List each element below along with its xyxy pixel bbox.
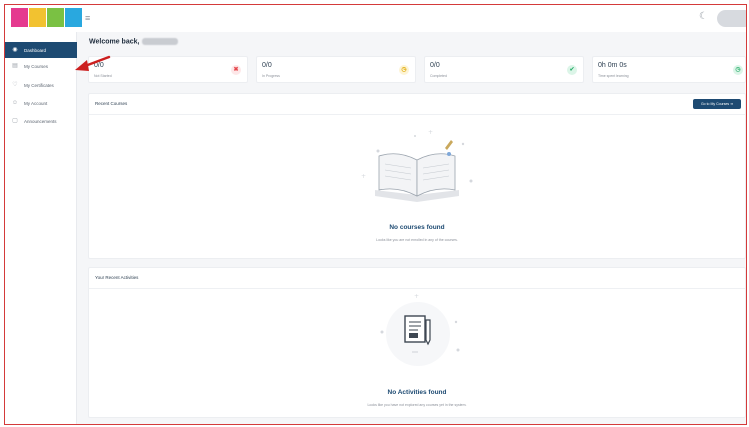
svg-text:+: + <box>428 129 433 136</box>
stat-card-time-spent: 0h 0m 0s Time spent learning ◷ <box>592 56 746 83</box>
sidebar-item-label: My Account <box>24 100 48 106</box>
sidebar-item-label: Announcements <box>24 118 57 124</box>
clock-icon: ◷ <box>399 65 409 75</box>
book-icon: ▤ <box>12 63 18 69</box>
dashboard-icon: ◉ <box>12 47 18 53</box>
stat-card-in-progress: 0/0 In Progress ◷ <box>256 56 416 83</box>
empty-state-subtitle: Looks like you have not explored any cou… <box>367 403 467 407</box>
recent-activities-card: Your Recent Activities + No Activities f… <box>88 267 746 418</box>
card-title: Recent Courses <box>95 101 128 106</box>
sidebar-item-my-courses[interactable]: ▤ My Courses <box>5 58 77 74</box>
stat-label: Time spent learning <box>598 74 629 78</box>
svg-text:+: + <box>414 293 419 300</box>
card-title: Your Recent Activities <box>95 275 139 280</box>
stat-card-not-started: 0/0 Not Started ✖ <box>88 56 248 83</box>
stat-value: 0/0 <box>262 62 272 69</box>
document-illustration: + <box>380 293 460 366</box>
top-bar: ≡ ☾ <box>5 5 746 32</box>
stat-label: Not Started <box>94 74 112 78</box>
stat-value: 0/0 <box>430 62 440 69</box>
avatar[interactable] <box>717 10 746 27</box>
sidebar-item-label: My Courses <box>24 63 49 69</box>
page-title: Welcome back, <box>89 38 179 45</box>
sidebar-item-label: My Certificates <box>24 82 54 88</box>
check-circle-icon: ✔ <box>567 65 577 75</box>
app-window: ≡ ☾ ◉ Dashboard ▤ My Courses ♡ My Certif… <box>4 4 747 425</box>
stat-value: 0h 0m 0s <box>598 62 627 69</box>
sidebar-item-my-account[interactable]: ☺ My Account <box>5 95 77 111</box>
sidebar-item-dashboard[interactable]: ◉ Dashboard <box>5 42 77 58</box>
user-icon: ☺ <box>11 100 19 106</box>
user-name-redacted <box>142 38 179 45</box>
recent-courses-card: Recent Courses Go to My Courses ➔ + + No… <box>88 93 746 259</box>
brand-logo[interactable] <box>11 8 82 27</box>
annotation-arrow <box>75 55 111 71</box>
stat-label: In Progress <box>262 74 280 78</box>
x-circle-icon: ✖ <box>231 65 241 75</box>
divider <box>89 114 745 115</box>
empty-state-subtitle: Looks like you are not enrolled in any o… <box>376 238 458 242</box>
stat-card-completed: 0/0 Completed ✔ <box>424 56 584 83</box>
hamburger-icon[interactable]: ≡ <box>85 13 90 23</box>
divider <box>89 288 745 289</box>
svg-text:+: + <box>361 173 366 180</box>
empty-state-title: No courses found <box>389 224 445 231</box>
empty-state-title: No Activities found <box>387 389 447 396</box>
sidebar-item-announcements[interactable]: ▢ Announcements <box>5 113 77 129</box>
sidebar-item-my-certificates[interactable]: ♡ My Certificates <box>5 77 77 93</box>
megaphone-icon: ▢ <box>12 118 18 124</box>
certificate-icon: ♡ <box>12 82 18 88</box>
bell-icon[interactable]: ☾ <box>699 11 708 22</box>
sidebar-item-label: Dashboard <box>24 47 47 53</box>
clock-icon: ◷ <box>733 65 743 75</box>
stat-label: Completed <box>430 74 447 78</box>
open-book-illustration: + + <box>361 129 473 202</box>
sidebar: ◉ Dashboard ▤ My Courses ♡ My Certificat… <box>5 32 77 424</box>
go-to-my-courses-button[interactable]: Go to My Courses ➔ <box>693 99 741 109</box>
